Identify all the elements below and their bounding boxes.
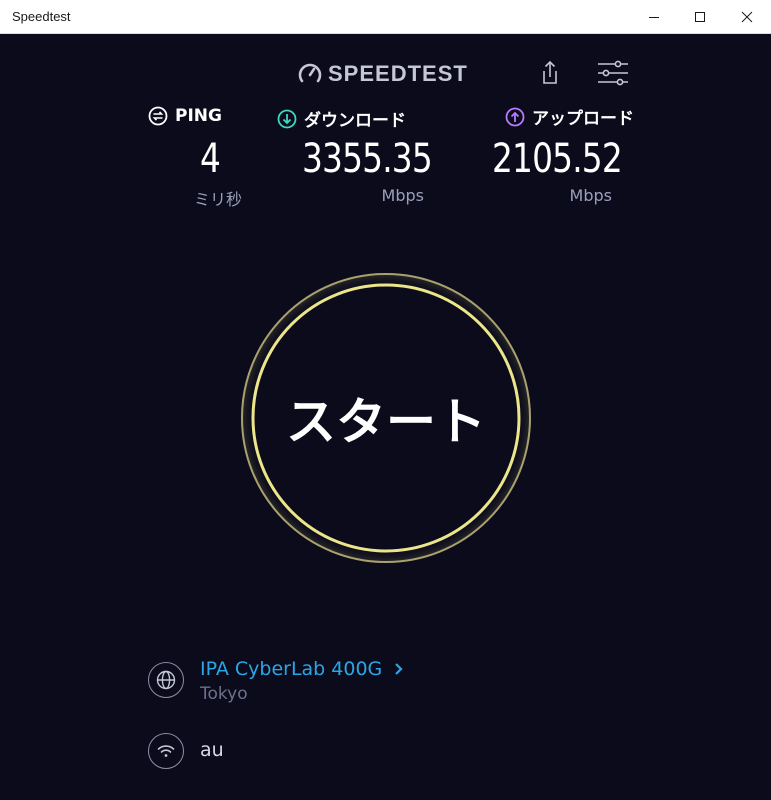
server-name-link[interactable]: IPA CyberLab 400G [200, 658, 406, 680]
settings-sliders-icon [598, 60, 628, 86]
upload-arrow-icon [505, 107, 525, 126]
download-metric: ダウンロード 3355.35 Mbps [277, 106, 433, 205]
wifi-icon [148, 733, 184, 769]
server-name: IPA CyberLab 400G [200, 658, 383, 680]
chevron-right-icon [395, 663, 403, 675]
ping-unit: ミリ秒 [193, 190, 242, 209]
globe-icon [148, 662, 184, 698]
network-name: au [200, 739, 224, 761]
maximize-icon [695, 11, 705, 22]
download-label: ダウンロード [304, 111, 406, 131]
minimize-button[interactable] [631, 0, 677, 33]
minimize-icon [649, 16, 659, 18]
ping-icon [148, 106, 168, 126]
ping-label: PING [175, 106, 222, 126]
download-arrow-icon [277, 109, 297, 128]
settings-button[interactable] [596, 58, 630, 88]
maximize-button[interactable] [677, 0, 723, 33]
close-icon [741, 11, 753, 22]
download-value: 3355.35 [302, 136, 433, 182]
share-icon [543, 60, 557, 84]
app-body: SPEEDTEST PING 4 ミリ秒 ダウンロード 3355.35 Mbps… [0, 34, 771, 800]
ping-metric: PING 4 ミリ秒 [148, 106, 248, 209]
start-button[interactable]: スタート [239, 271, 533, 565]
upload-value: 2105.52 [492, 136, 623, 182]
download-header: ダウンロード [277, 106, 427, 131]
upload-header: アップロード [505, 104, 655, 129]
ping-value: 4 [200, 136, 221, 182]
ping-header: PING [148, 106, 248, 126]
speedtest-logo: SPEEDTEST [298, 61, 468, 87]
upload-metric: アップロード 2105.52 Mbps [492, 104, 655, 205]
gauge-icon [298, 63, 322, 83]
download-unit: Mbps [381, 186, 424, 205]
title-bar: Speedtest [0, 0, 771, 34]
window-title: Speedtest [12, 9, 71, 24]
upload-label: アップロード [532, 109, 634, 129]
logo-text: SPEEDTEST [328, 61, 468, 86]
server-location: Tokyo [200, 684, 248, 704]
upload-unit: Mbps [569, 186, 612, 205]
start-label: スタート [286, 393, 486, 451]
close-button[interactable] [724, 0, 770, 33]
share-button[interactable] [535, 58, 565, 88]
